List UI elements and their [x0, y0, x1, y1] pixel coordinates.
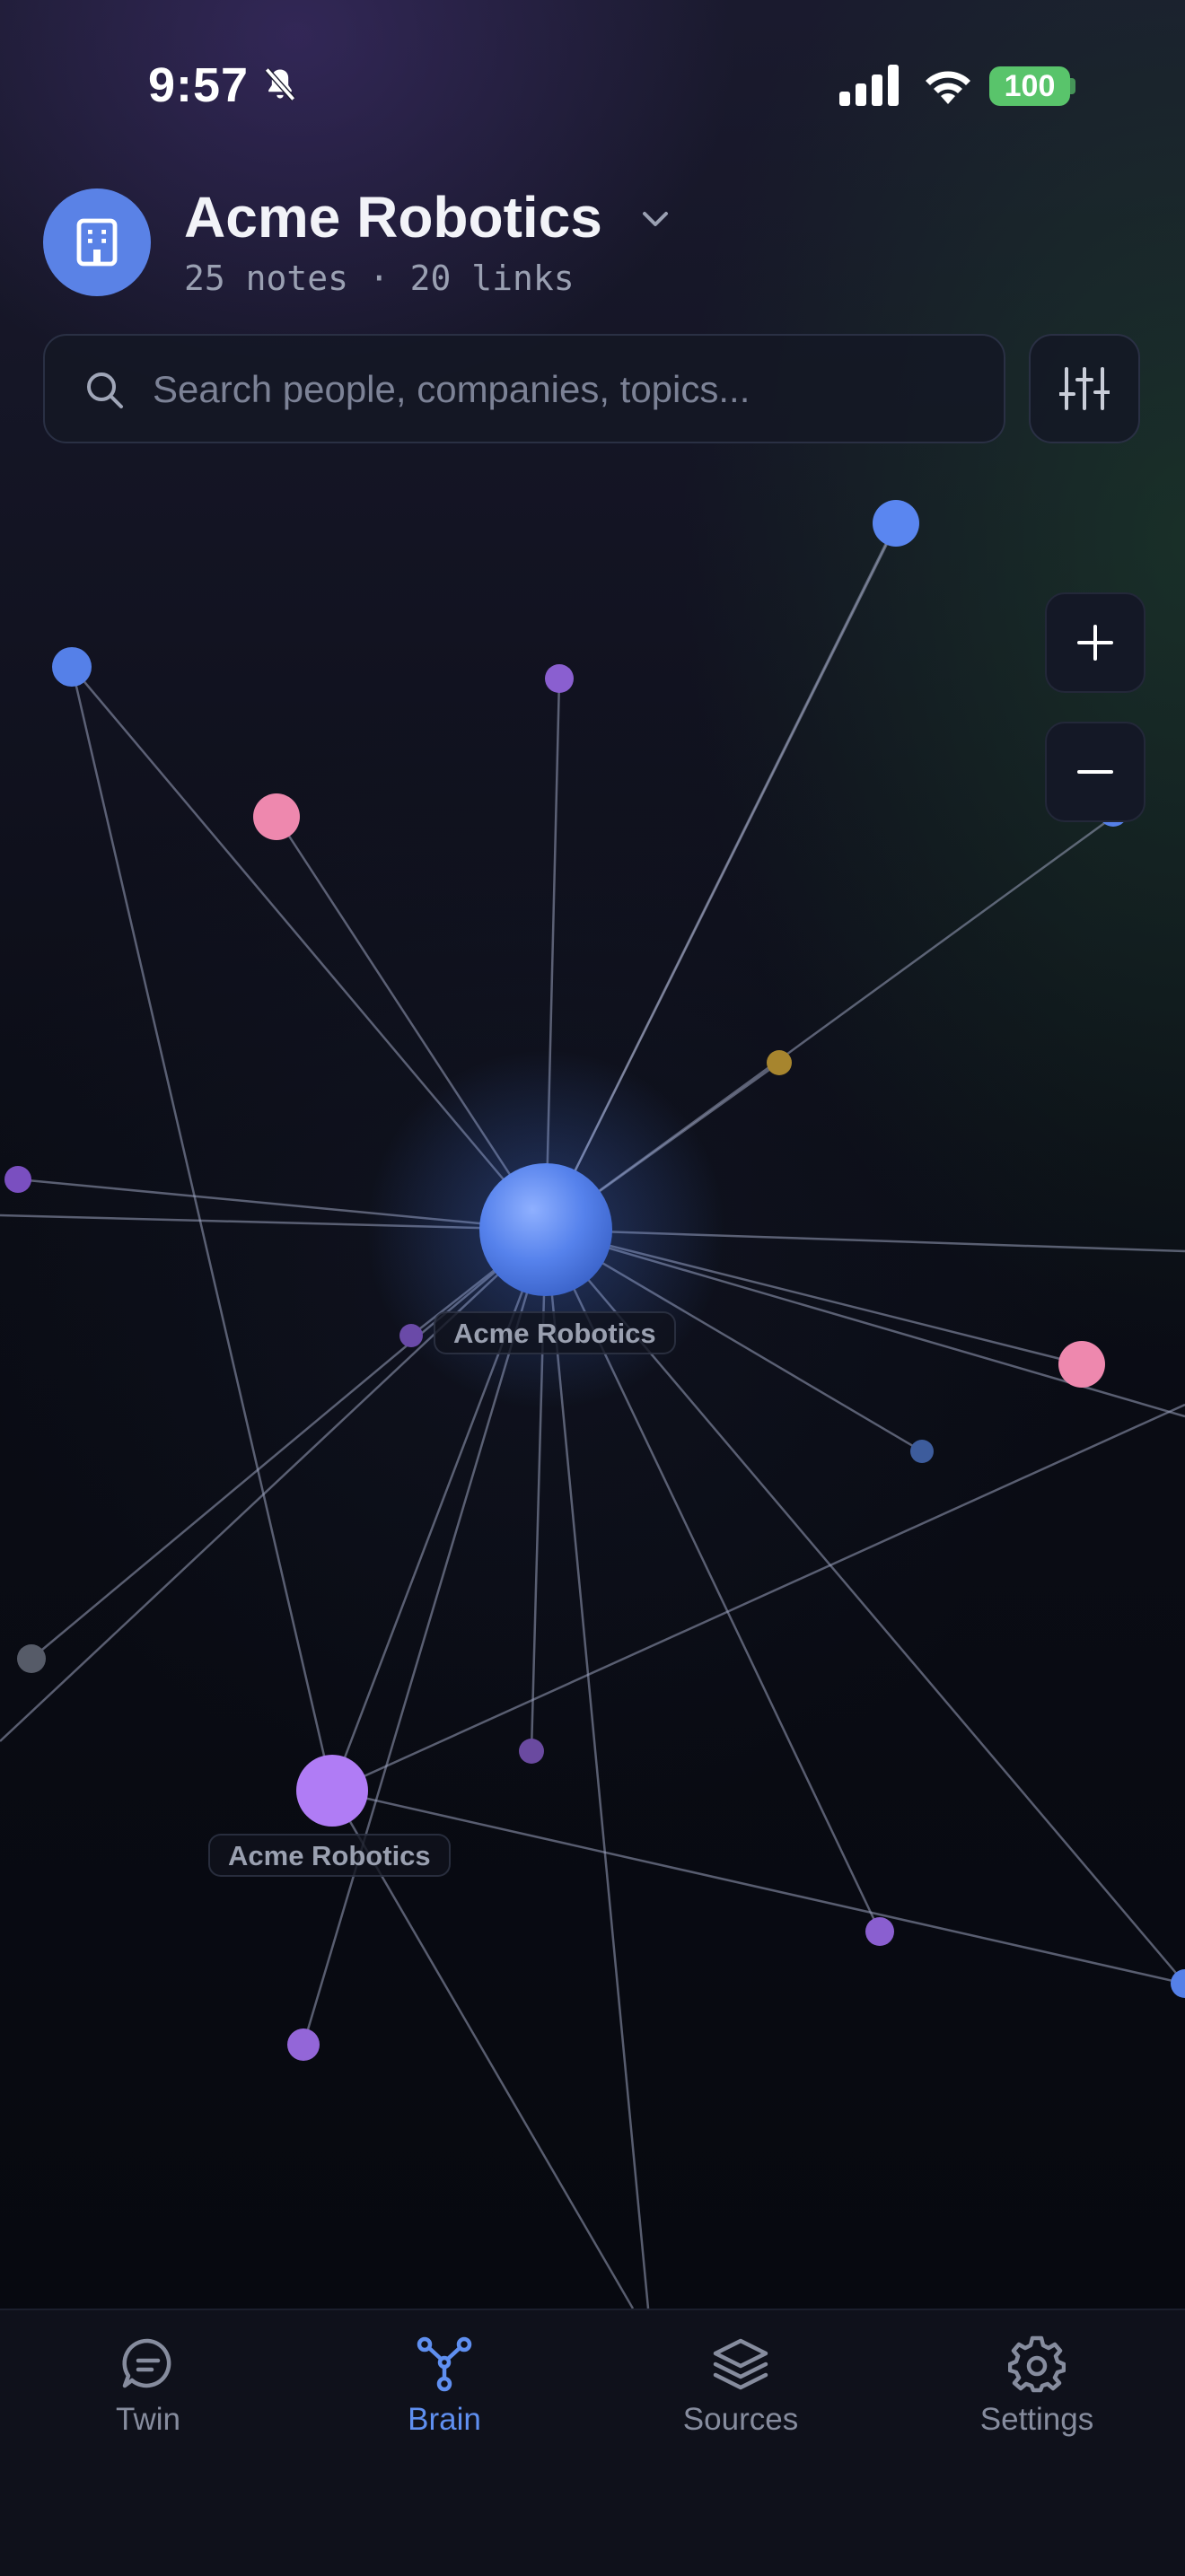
zoom-in-button[interactable] — [1045, 592, 1146, 693]
minus-icon — [1077, 770, 1113, 774]
wifi-icon — [926, 71, 970, 104]
bell-muted-icon — [264, 67, 296, 101]
chevron-down-icon[interactable] — [637, 205, 673, 235]
battery-tip — [1070, 78, 1075, 94]
tab-twin[interactable]: Twin — [36, 2335, 260, 2461]
graph-node[interactable] — [910, 1440, 934, 1463]
search-bar[interactable] — [43, 334, 1005, 443]
workspace-title[interactable]: Acme Robotics — [184, 184, 602, 250]
graph-node[interactable] — [1058, 1341, 1105, 1388]
graph-node[interactable] — [399, 1324, 423, 1347]
status-bar: 9:57 100 — [0, 0, 1185, 171]
tab-brain[interactable]: Brain — [332, 2335, 557, 2461]
graph-node[interactable] — [865, 1917, 894, 1946]
graph-nodes-icon — [417, 2336, 472, 2392]
graph-node[interactable] — [4, 1166, 31, 1193]
graph-node-hub[interactable] — [479, 1163, 612, 1296]
workspace-stats: 25 notes · 20 links — [184, 258, 575, 298]
graph-node-secondary[interactable] — [296, 1755, 368, 1827]
graph-node[interactable] — [519, 1739, 544, 1764]
filter-button[interactable] — [1029, 334, 1140, 443]
hub-node-label: Acme Robotics — [434, 1311, 676, 1354]
search-input[interactable] — [151, 336, 962, 443]
chat-bubble-icon — [122, 2338, 171, 2388]
status-time: 9:57 — [148, 58, 250, 112]
tab-brain-label: Brain — [408, 2402, 481, 2437]
tab-sources[interactable]: Sources — [628, 2335, 853, 2461]
graph-node[interactable] — [287, 2028, 320, 2061]
zoom-out-button[interactable] — [1045, 722, 1146, 822]
graph-node[interactable] — [767, 1050, 792, 1075]
sliders-icon — [1059, 367, 1110, 410]
graph-node[interactable] — [253, 793, 300, 840]
secondary-node-label: Acme Robotics — [208, 1834, 451, 1877]
bottom-tab-bar: Twin Brain Sources Settings — [0, 2309, 1185, 2576]
battery-level: 100 — [989, 66, 1070, 106]
gear-icon — [1008, 2335, 1066, 2393]
building-icon — [76, 218, 118, 267]
graph-node[interactable] — [545, 664, 574, 693]
cellular-signal-icon — [839, 65, 899, 106]
tab-sources-label: Sources — [682, 2402, 799, 2437]
graph-node[interactable] — [1171, 1969, 1185, 1998]
tab-twin-label: Twin — [116, 2402, 180, 2437]
tab-settings-label: Settings — [979, 2402, 1094, 2437]
graph-edges — [0, 522, 1185, 2309]
search-icon — [87, 372, 123, 408]
workspace-avatar[interactable] — [43, 188, 151, 296]
graph-node[interactable] — [52, 647, 92, 687]
layers-icon — [713, 2338, 768, 2390]
tab-settings[interactable]: Settings — [925, 2335, 1149, 2461]
graph-node[interactable] — [17, 1644, 46, 1673]
graph-node[interactable] — [873, 500, 919, 547]
plus-icon — [1077, 625, 1113, 661]
